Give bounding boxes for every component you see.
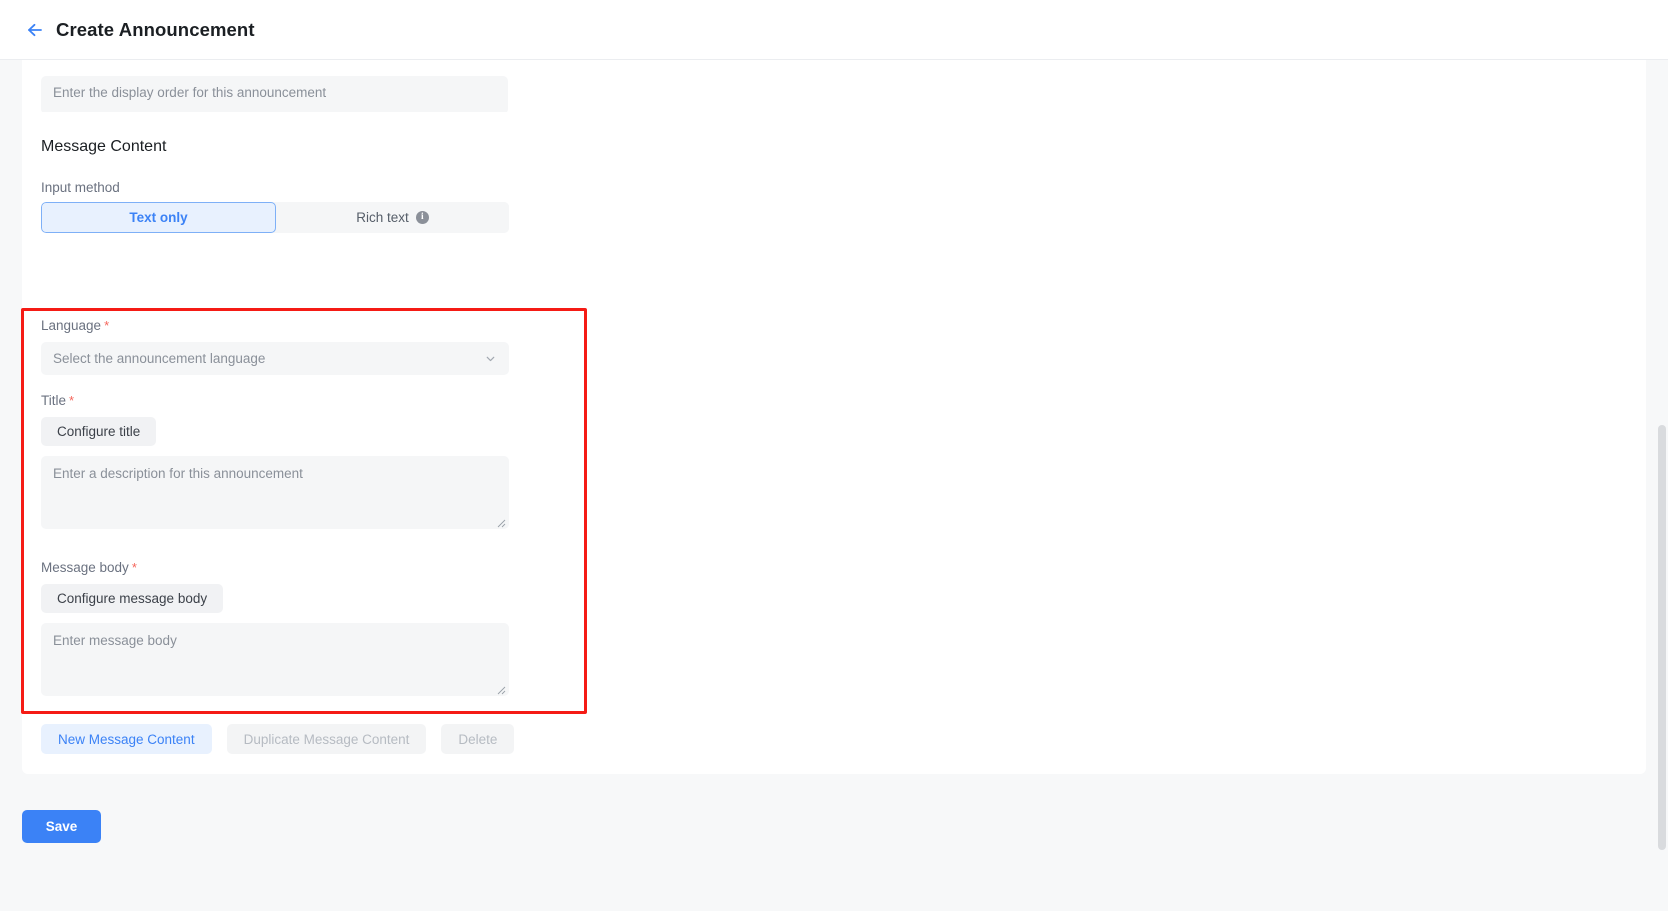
input-method-segmented-control: Text only Rich text i xyxy=(41,202,509,233)
back-arrow-icon[interactable] xyxy=(22,17,48,43)
title-textarea-placeholder: Enter a description for this announcemen… xyxy=(53,466,303,481)
display-order-input[interactable]: Enter the display order for this announc… xyxy=(41,76,508,114)
chevron-down-icon xyxy=(484,352,497,365)
new-message-content-button[interactable]: New Message Content xyxy=(41,724,212,754)
resize-handle-icon[interactable] xyxy=(496,683,506,695)
message-body-field-group: Message body * Configure message body Ent… xyxy=(41,560,509,696)
input-method-label: Input method xyxy=(41,180,120,195)
page-title: Create Announcement xyxy=(56,18,255,40)
title-textarea[interactable]: Enter a description for this announcemen… xyxy=(41,456,509,529)
duplicate-message-content-button[interactable]: Duplicate Message Content xyxy=(226,724,427,754)
footer-bar: Save xyxy=(0,774,1668,911)
language-select[interactable]: Select the announcement language xyxy=(41,342,509,375)
segment-text-only-label: Text only xyxy=(129,210,188,225)
info-icon[interactable]: i xyxy=(415,211,429,224)
segment-rich-text[interactable]: Rich text i xyxy=(276,202,509,233)
page-scrollbar[interactable] xyxy=(1655,60,1668,911)
delete-button[interactable]: Delete xyxy=(441,724,515,754)
message-body-textarea-placeholder: Enter message body xyxy=(53,633,177,648)
save-button[interactable]: Save xyxy=(22,810,101,843)
language-required-asterisk: * xyxy=(104,318,110,333)
message-content-card: Message Content Input method Text only R… xyxy=(21,112,1646,801)
language-label-text: Language xyxy=(41,318,102,333)
message-body-label: Message body * xyxy=(41,560,509,575)
title-label-text: Title xyxy=(41,393,67,408)
message-body-required-asterisk: * xyxy=(131,560,137,575)
segment-rich-text-label: Rich text xyxy=(356,210,409,225)
scrollbar-thumb[interactable] xyxy=(1658,425,1666,850)
language-select-placeholder: Select the announcement language xyxy=(53,351,266,366)
title-label: Title * xyxy=(41,393,509,408)
configure-message-body-button[interactable]: Configure message body xyxy=(41,584,224,613)
language-label: Language * xyxy=(41,318,509,333)
segment-text-only[interactable]: Text only xyxy=(41,202,276,233)
section-title-message-content: Message Content xyxy=(41,138,167,155)
app-root: Create Announcement Enter the display or… xyxy=(0,0,1668,911)
message-body-label-text: Message body xyxy=(41,560,129,575)
title-required-asterisk: * xyxy=(69,393,75,408)
title-field-group: Title * Configure title Enter a descripti… xyxy=(41,393,509,529)
scroll-area: Enter the display order for this announc… xyxy=(0,60,1668,911)
resize-handle-icon[interactable] xyxy=(496,516,506,528)
message-body-textarea[interactable]: Enter message body xyxy=(41,623,509,696)
message-content-actions: New Message Content Duplicate Message Co… xyxy=(41,724,515,754)
language-field-group: Language * Select the announcement langua… xyxy=(41,318,509,375)
page-header: Create Announcement xyxy=(0,0,1668,60)
configure-title-button[interactable]: Configure title xyxy=(41,417,157,446)
